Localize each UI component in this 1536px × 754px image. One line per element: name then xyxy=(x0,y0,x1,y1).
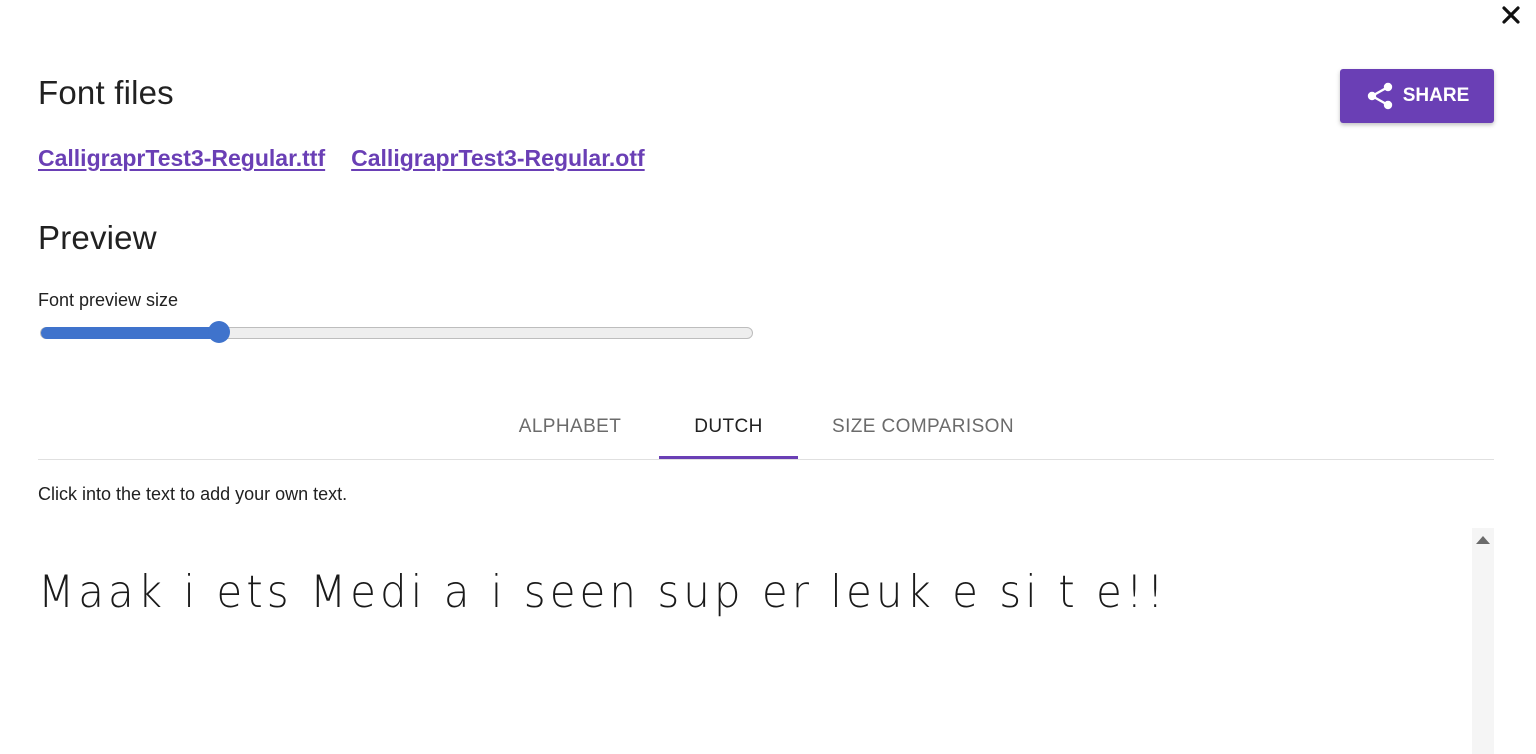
slider-fill xyxy=(41,327,219,339)
close-icon xyxy=(1502,6,1520,24)
share-button[interactable]: SHARE xyxy=(1340,69,1494,123)
tab-dutch[interactable]: DUTCH xyxy=(659,395,798,459)
preview-sample-text[interactable]: Maak i ets Medi a i seen sup er leuk e s… xyxy=(38,566,1168,617)
tab-alphabet[interactable]: ALPHABET xyxy=(490,395,650,458)
active-tab-indicator xyxy=(659,456,798,459)
edit-hint: Click into the text to add your own text… xyxy=(38,484,348,504)
font-detail-dialog: Font files SHARE CalligraprTest3-Regular… xyxy=(0,0,1536,754)
share-icon xyxy=(1367,82,1392,110)
font-size-slider-label: Font preview size xyxy=(38,290,179,310)
slider-thumb[interactable] xyxy=(208,321,230,343)
scroll-up-icon[interactable] xyxy=(1476,536,1490,544)
preview-text-area[interactable]: Maak i ets Medi a i seen sup er leuk e s… xyxy=(38,528,1468,754)
close-button[interactable] xyxy=(1500,4,1522,26)
preview-scrollbar[interactable] xyxy=(1472,528,1494,754)
otf-download-link[interactable]: CalligraprTest3-Regular.otf xyxy=(351,145,645,172)
tab-size-comparison-label: SIZE COMPARISON xyxy=(832,415,1014,437)
font-file-links: CalligraprTest3-Regular.ttf CalligraprTe… xyxy=(38,145,645,172)
tab-dutch-label: DUTCH xyxy=(694,415,763,437)
share-label: SHARE xyxy=(1402,85,1470,106)
font-size-slider[interactable] xyxy=(40,321,753,343)
preview-tabs: ALPHABET DUTCH SIZE COMPARISON xyxy=(38,395,1494,460)
tab-size-comparison[interactable]: SIZE COMPARISON xyxy=(813,395,1033,458)
font-files-title: Font files xyxy=(38,74,174,111)
tab-alphabet-label: ALPHABET xyxy=(518,415,622,437)
ttf-download-link[interactable]: CalligraprTest3-Regular.ttf xyxy=(38,145,325,172)
preview-title: Preview xyxy=(38,219,157,256)
